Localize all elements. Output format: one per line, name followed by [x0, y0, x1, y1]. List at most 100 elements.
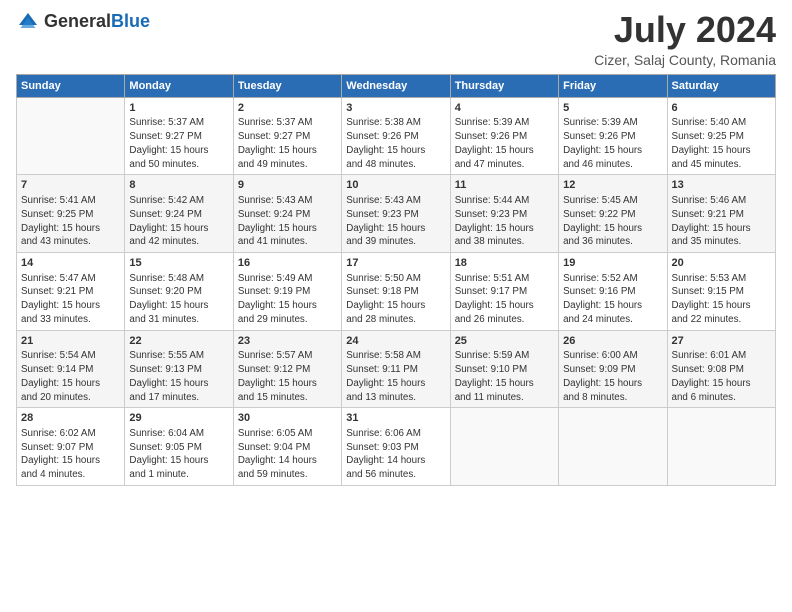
calendar-day-cell: 3Sunrise: 5:38 AMSunset: 9:26 PMDaylight…	[342, 97, 450, 175]
calendar-day-cell: 23Sunrise: 5:57 AMSunset: 9:12 PMDayligh…	[233, 330, 341, 408]
title-block: July 2024 Cizer, Salaj County, Romania	[594, 10, 776, 68]
calendar-day-cell: 27Sunrise: 6:01 AMSunset: 9:08 PMDayligh…	[667, 330, 775, 408]
calendar-week-row: 7Sunrise: 5:41 AMSunset: 9:25 PMDaylight…	[17, 175, 776, 253]
day-info: Sunrise: 6:04 AMSunset: 9:05 PMDaylight:…	[129, 427, 228, 482]
weekday-header-wednesday: Wednesday	[342, 74, 450, 97]
day-info: Sunrise: 5:37 AMSunset: 9:27 PMDaylight:…	[129, 116, 228, 171]
month-title: July 2024	[594, 10, 776, 50]
day-info: Sunrise: 5:47 AMSunset: 9:21 PMDaylight:…	[21, 272, 120, 327]
day-info: Sunrise: 5:45 AMSunset: 9:22 PMDaylight:…	[563, 194, 662, 249]
day-number: 16	[238, 256, 337, 271]
day-info: Sunrise: 5:39 AMSunset: 9:26 PMDaylight:…	[563, 116, 662, 171]
day-info: Sunrise: 5:48 AMSunset: 9:20 PMDaylight:…	[129, 272, 228, 327]
day-info: Sunrise: 5:52 AMSunset: 9:16 PMDaylight:…	[563, 272, 662, 327]
day-number: 3	[346, 101, 445, 116]
empty-cell	[667, 408, 775, 486]
empty-cell	[450, 408, 558, 486]
calendar-day-cell: 19Sunrise: 5:52 AMSunset: 9:16 PMDayligh…	[559, 252, 667, 330]
calendar-day-cell: 7Sunrise: 5:41 AMSunset: 9:25 PMDaylight…	[17, 175, 125, 253]
calendar-day-cell: 6Sunrise: 5:40 AMSunset: 9:25 PMDaylight…	[667, 97, 775, 175]
day-info: Sunrise: 5:44 AMSunset: 9:23 PMDaylight:…	[455, 194, 554, 249]
calendar-day-cell: 29Sunrise: 6:04 AMSunset: 9:05 PMDayligh…	[125, 408, 233, 486]
day-number: 27	[672, 334, 771, 349]
weekday-header-friday: Friday	[559, 74, 667, 97]
calendar-day-cell: 25Sunrise: 5:59 AMSunset: 9:10 PMDayligh…	[450, 330, 558, 408]
day-number: 8	[129, 178, 228, 193]
day-number: 7	[21, 178, 120, 193]
weekday-header-monday: Monday	[125, 74, 233, 97]
header: GeneralBlue July 2024 Cizer, Salaj Count…	[16, 10, 776, 68]
day-number: 15	[129, 256, 228, 271]
day-info: Sunrise: 5:50 AMSunset: 9:18 PMDaylight:…	[346, 272, 445, 327]
day-number: 17	[346, 256, 445, 271]
calendar-day-cell: 31Sunrise: 6:06 AMSunset: 9:03 PMDayligh…	[342, 408, 450, 486]
day-number: 6	[672, 101, 771, 116]
day-number: 25	[455, 334, 554, 349]
day-number: 11	[455, 178, 554, 193]
day-number: 12	[563, 178, 662, 193]
day-number: 5	[563, 101, 662, 116]
calendar-week-row: 14Sunrise: 5:47 AMSunset: 9:21 PMDayligh…	[17, 252, 776, 330]
day-info: Sunrise: 5:57 AMSunset: 9:12 PMDaylight:…	[238, 349, 337, 404]
day-number: 28	[21, 411, 120, 426]
calendar-week-row: 1Sunrise: 5:37 AMSunset: 9:27 PMDaylight…	[17, 97, 776, 175]
day-info: Sunrise: 6:05 AMSunset: 9:04 PMDaylight:…	[238, 427, 337, 482]
day-info: Sunrise: 5:55 AMSunset: 9:13 PMDaylight:…	[129, 349, 228, 404]
day-info: Sunrise: 6:02 AMSunset: 9:07 PMDaylight:…	[21, 427, 120, 482]
day-info: Sunrise: 5:40 AMSunset: 9:25 PMDaylight:…	[672, 116, 771, 171]
weekday-header-saturday: Saturday	[667, 74, 775, 97]
day-info: Sunrise: 5:51 AMSunset: 9:17 PMDaylight:…	[455, 272, 554, 327]
weekday-header-row: SundayMondayTuesdayWednesdayThursdayFrid…	[17, 74, 776, 97]
location: Cizer, Salaj County, Romania	[594, 52, 776, 68]
day-number: 10	[346, 178, 445, 193]
calendar-day-cell: 17Sunrise: 5:50 AMSunset: 9:18 PMDayligh…	[342, 252, 450, 330]
calendar-day-cell: 12Sunrise: 5:45 AMSunset: 9:22 PMDayligh…	[559, 175, 667, 253]
day-number: 26	[563, 334, 662, 349]
day-number: 29	[129, 411, 228, 426]
day-number: 14	[21, 256, 120, 271]
day-number: 13	[672, 178, 771, 193]
day-number: 30	[238, 411, 337, 426]
weekday-header-sunday: Sunday	[17, 74, 125, 97]
day-number: 31	[346, 411, 445, 426]
day-number: 23	[238, 334, 337, 349]
day-info: Sunrise: 6:01 AMSunset: 9:08 PMDaylight:…	[672, 349, 771, 404]
weekday-header-tuesday: Tuesday	[233, 74, 341, 97]
calendar-day-cell: 15Sunrise: 5:48 AMSunset: 9:20 PMDayligh…	[125, 252, 233, 330]
calendar-day-cell: 18Sunrise: 5:51 AMSunset: 9:17 PMDayligh…	[450, 252, 558, 330]
day-info: Sunrise: 5:46 AMSunset: 9:21 PMDaylight:…	[672, 194, 771, 249]
day-info: Sunrise: 5:53 AMSunset: 9:15 PMDaylight:…	[672, 272, 771, 327]
day-number: 21	[21, 334, 120, 349]
calendar-week-row: 21Sunrise: 5:54 AMSunset: 9:14 PMDayligh…	[17, 330, 776, 408]
logo-icon	[16, 10, 40, 34]
day-info: Sunrise: 5:54 AMSunset: 9:14 PMDaylight:…	[21, 349, 120, 404]
calendar-day-cell: 20Sunrise: 5:53 AMSunset: 9:15 PMDayligh…	[667, 252, 775, 330]
calendar-day-cell: 22Sunrise: 5:55 AMSunset: 9:13 PMDayligh…	[125, 330, 233, 408]
day-info: Sunrise: 5:59 AMSunset: 9:10 PMDaylight:…	[455, 349, 554, 404]
day-number: 19	[563, 256, 662, 271]
day-number: 20	[672, 256, 771, 271]
calendar-page: GeneralBlue July 2024 Cizer, Salaj Count…	[0, 0, 792, 612]
calendar-day-cell: 21Sunrise: 5:54 AMSunset: 9:14 PMDayligh…	[17, 330, 125, 408]
calendar-day-cell: 9Sunrise: 5:43 AMSunset: 9:24 PMDaylight…	[233, 175, 341, 253]
day-info: Sunrise: 6:00 AMSunset: 9:09 PMDaylight:…	[563, 349, 662, 404]
day-info: Sunrise: 5:43 AMSunset: 9:23 PMDaylight:…	[346, 194, 445, 249]
calendar-week-row: 28Sunrise: 6:02 AMSunset: 9:07 PMDayligh…	[17, 408, 776, 486]
logo-general: General	[44, 11, 111, 31]
calendar-day-cell: 5Sunrise: 5:39 AMSunset: 9:26 PMDaylight…	[559, 97, 667, 175]
day-number: 2	[238, 101, 337, 116]
calendar-day-cell: 30Sunrise: 6:05 AMSunset: 9:04 PMDayligh…	[233, 408, 341, 486]
calendar-day-cell: 26Sunrise: 6:00 AMSunset: 9:09 PMDayligh…	[559, 330, 667, 408]
day-info: Sunrise: 5:43 AMSunset: 9:24 PMDaylight:…	[238, 194, 337, 249]
calendar-day-cell: 24Sunrise: 5:58 AMSunset: 9:11 PMDayligh…	[342, 330, 450, 408]
day-info: Sunrise: 5:58 AMSunset: 9:11 PMDaylight:…	[346, 349, 445, 404]
calendar-day-cell: 10Sunrise: 5:43 AMSunset: 9:23 PMDayligh…	[342, 175, 450, 253]
calendar-day-cell: 2Sunrise: 5:37 AMSunset: 9:27 PMDaylight…	[233, 97, 341, 175]
calendar-day-cell: 13Sunrise: 5:46 AMSunset: 9:21 PMDayligh…	[667, 175, 775, 253]
day-number: 24	[346, 334, 445, 349]
day-number: 22	[129, 334, 228, 349]
calendar-day-cell: 16Sunrise: 5:49 AMSunset: 9:19 PMDayligh…	[233, 252, 341, 330]
empty-cell	[559, 408, 667, 486]
day-number: 9	[238, 178, 337, 193]
empty-cell	[17, 97, 125, 175]
